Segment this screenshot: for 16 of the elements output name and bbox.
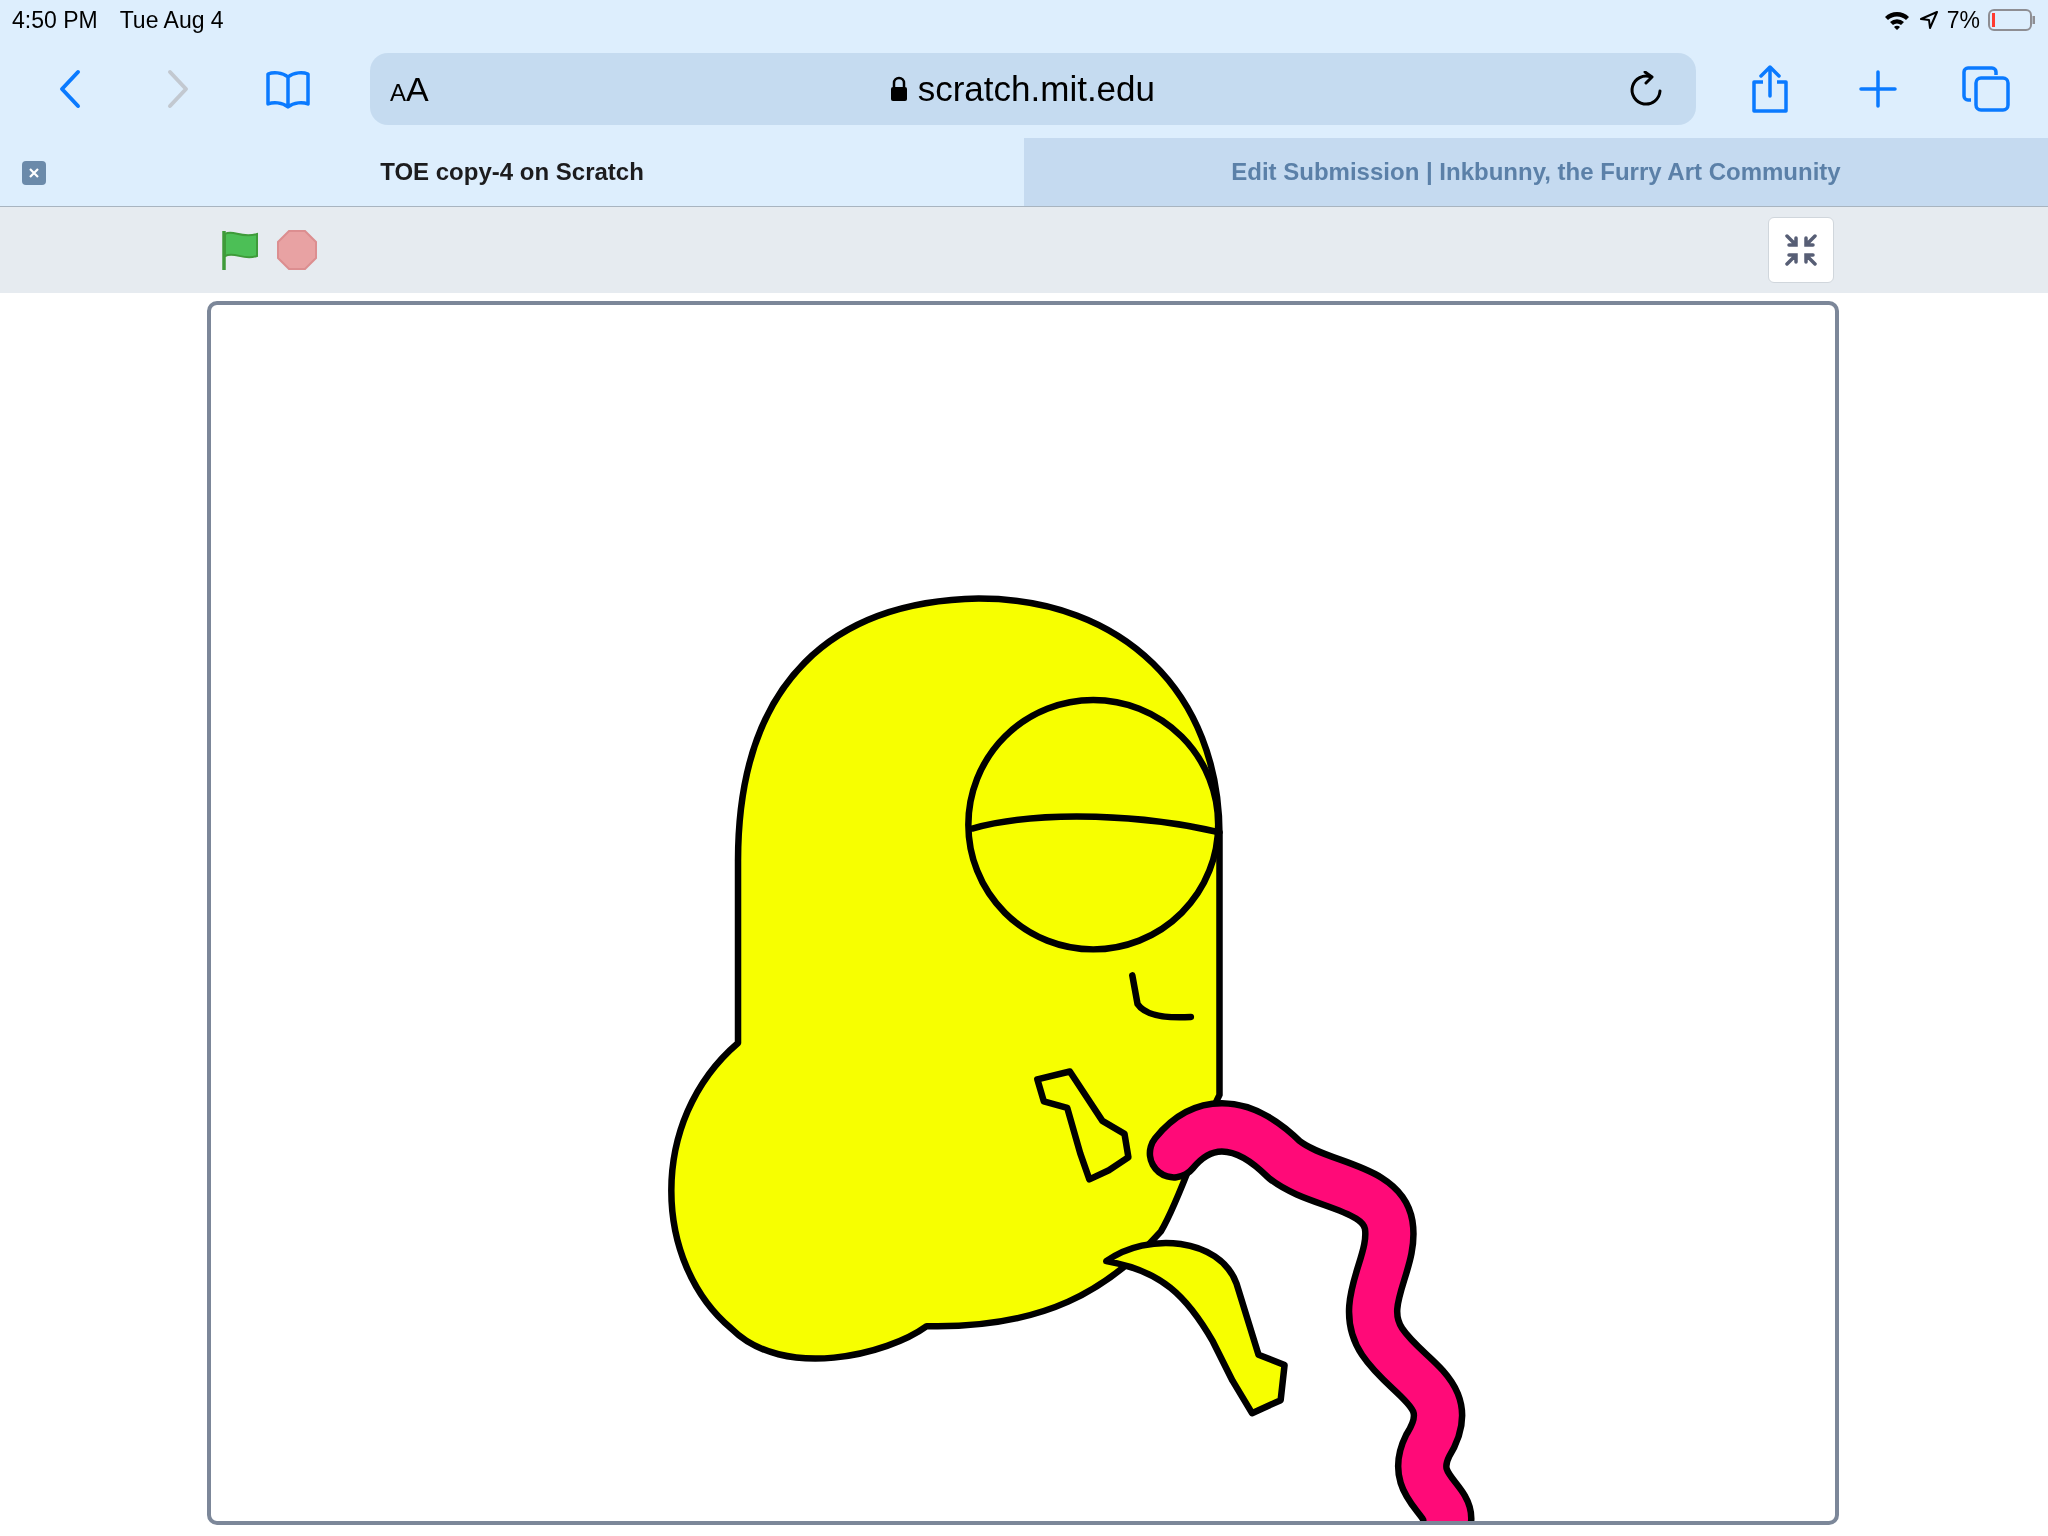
stop-icon[interactable]: [276, 229, 318, 271]
status-time: 4:50 PM: [12, 6, 98, 34]
reload-icon: [1629, 71, 1663, 107]
chevron-right-icon: [166, 69, 190, 109]
close-tab-button[interactable]: [22, 161, 46, 185]
status-date: Tue Aug 4: [119, 6, 224, 34]
exit-fullscreen-button[interactable]: [1768, 217, 1834, 283]
url-text[interactable]: scratch.mit.edu: [917, 69, 1155, 109]
text-size-button[interactable]: AA: [390, 69, 429, 109]
location-arrow-icon: [1918, 10, 1939, 30]
lock-icon: [889, 76, 908, 102]
battery-icon: [1988, 8, 2036, 32]
collapse-arrows-icon: [1784, 233, 1818, 267]
close-icon: [28, 167, 40, 179]
battery-percent: 7%: [1946, 6, 1980, 34]
chevron-left-icon: [58, 69, 82, 109]
